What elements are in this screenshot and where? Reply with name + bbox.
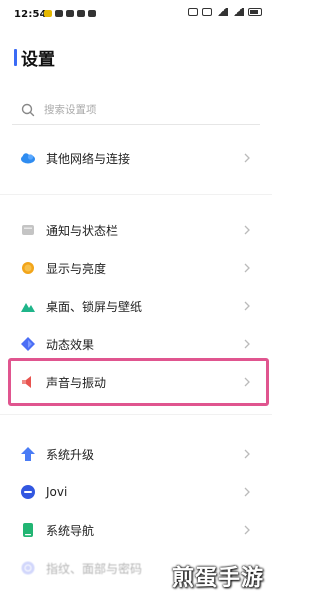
app-notification-icon — [66, 10, 74, 17]
app-notification-icon — [55, 10, 63, 17]
wallpaper-icon — [21, 303, 35, 312]
app-notification-icon — [88, 10, 96, 17]
chevron-right-icon — [244, 225, 250, 235]
section-divider — [0, 414, 272, 415]
cloud-network-icon — [21, 153, 35, 164]
section-divider — [0, 194, 272, 195]
notification-icon — [22, 225, 34, 235]
wifi-icon — [232, 8, 244, 16]
watermark: 煎蛋手游 — [171, 566, 264, 591]
page-title: 设置 — [21, 49, 55, 70]
settings-item-label: 其他网络与连接 — [46, 151, 131, 166]
settings-item-system-upgrade[interactable]: 系统升级 — [12, 436, 260, 472]
settings-item-label: 系统导航 — [46, 523, 95, 538]
chevron-right-icon — [244, 263, 250, 273]
navigation-icon — [23, 523, 33, 537]
jovi-icon — [21, 485, 35, 499]
battery-icon — [248, 8, 262, 16]
status-bar: 12:54 — [0, 0, 272, 30]
settings-item-dynamic-effects[interactable]: 动态效果 — [12, 326, 260, 362]
settings-item-notifications[interactable]: 通知与状态栏 — [12, 212, 260, 248]
settings-item-system-navigation[interactable]: 系统导航 — [12, 512, 260, 548]
chevron-right-icon — [244, 301, 250, 311]
chevron-right-icon — [244, 525, 250, 535]
settings-item-jovi[interactable]: Jovi — [12, 474, 260, 510]
chevron-right-icon — [244, 153, 250, 163]
settings-item-label: 通知与状态栏 — [46, 223, 119, 238]
settings-item-display-brightness[interactable]: 显示与亮度 — [12, 250, 260, 286]
system-status-icons — [188, 8, 262, 16]
search-input[interactable] — [44, 104, 224, 116]
nfc-icon — [202, 8, 212, 16]
settings-item-label: 桌面、锁屏与壁纸 — [46, 299, 143, 314]
search-icon — [21, 103, 35, 117]
highlight-box — [8, 358, 269, 406]
settings-item-label: Jovi — [46, 485, 68, 499]
animation-icon — [21, 337, 35, 351]
title-accent-bar — [14, 48, 17, 66]
app-notification-icon — [44, 10, 52, 17]
settings-item-desktop-lockscreen-wallpaper[interactable]: 桌面、锁屏与壁纸 — [12, 288, 260, 324]
search-bar[interactable] — [12, 96, 260, 125]
signal-icon — [216, 8, 228, 16]
page-header: 设置 — [14, 45, 55, 70]
settings-item-label: 显示与亮度 — [46, 261, 107, 276]
settings-item-label: 系统升级 — [46, 447, 95, 462]
brightness-icon — [22, 262, 34, 274]
chevron-right-icon — [244, 339, 250, 349]
notification-icons — [44, 10, 96, 17]
alarm-icon — [188, 8, 198, 16]
settings-item-label: 动态效果 — [46, 337, 95, 352]
status-time: 12:54 — [14, 9, 47, 20]
chevron-right-icon — [244, 449, 250, 459]
app-notification-icon — [77, 10, 85, 17]
fingerprint-icon — [21, 561, 35, 575]
settings-item-other-networks[interactable]: 其他网络与连接 — [12, 140, 260, 176]
chevron-right-icon — [244, 487, 250, 497]
upgrade-arrow-icon — [21, 447, 35, 461]
